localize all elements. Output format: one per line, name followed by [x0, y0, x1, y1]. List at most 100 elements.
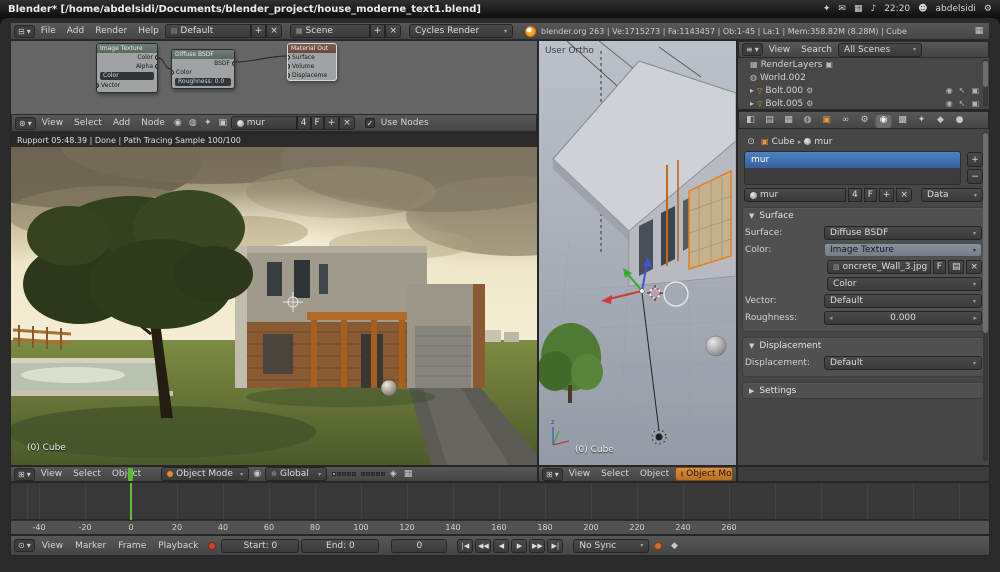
next-keyframe-button[interactable]: ▶▶: [529, 539, 545, 553]
selectable-arrow-icon[interactable]: ↖: [959, 99, 966, 108]
outliner-menu-search[interactable]: Search: [796, 45, 837, 55]
surface-type-dropdown[interactable]: Diffuse BSDF ▾: [824, 226, 982, 240]
viewport-shading-icon[interactable]: ◉: [250, 468, 264, 481]
visibility-eye-icon[interactable]: ◉: [946, 86, 953, 95]
renderable-camera-icon[interactable]: ▣: [971, 86, 979, 95]
node-title[interactable]: Material Out: [288, 44, 336, 53]
material-unlink-button[interactable]: ×: [896, 188, 912, 202]
editor-type-3dview-button[interactable]: ⊞ ▾: [14, 468, 35, 481]
menu-render[interactable]: Render: [90, 26, 132, 36]
play-button[interactable]: ▶: [511, 539, 527, 553]
material-slot-list[interactable]: mur: [744, 151, 961, 185]
slot-remove-button[interactable]: −: [967, 169, 983, 184]
tl-menu-marker[interactable]: Marker: [70, 541, 111, 551]
tab-data[interactable]: ●: [951, 113, 968, 128]
roughness-slider[interactable]: ◂ 0.000 ▸: [824, 311, 982, 325]
material-add-button[interactable]: +: [324, 116, 340, 130]
expand-icon[interactable]: ▸: [750, 99, 754, 108]
editor-type-3dview-button[interactable]: ⊞ ▾: [542, 468, 563, 481]
fake-user-button[interactable]: F: [311, 116, 324, 130]
image-unlink-button[interactable]: ×: [966, 260, 982, 274]
tl-menu-playback[interactable]: Playback: [153, 541, 203, 551]
visibility-eye-icon[interactable]: ◉: [946, 99, 953, 108]
shader-texture-icon[interactable]: ▣: [216, 117, 230, 130]
expand-icon[interactable]: ▸: [750, 86, 754, 95]
outliner-menu-view[interactable]: View: [764, 45, 795, 55]
timeline-ruler[interactable]: -40 -20 0 20 40 60 80 100 120 140 160 18…: [10, 520, 990, 535]
clock[interactable]: 22:20: [884, 4, 910, 14]
tab-render[interactable]: ◧: [742, 113, 759, 128]
jump-to-start-button[interactable]: |◀: [457, 539, 473, 553]
material-users-button[interactable]: 4: [297, 116, 311, 130]
volume-input-socket[interactable]: [288, 64, 290, 69]
pin-icon[interactable]: ⊙: [744, 135, 758, 148]
frame-start-field[interactable]: Start: 0: [221, 539, 299, 553]
link-type-selector[interactable]: Data ▾: [921, 188, 983, 202]
node-menu-select[interactable]: Select: [69, 118, 107, 128]
tab-constraints[interactable]: ∞: [837, 113, 854, 128]
material-unlink-button[interactable]: ×: [339, 116, 355, 130]
outliner-row-world[interactable]: ◍ World.002: [738, 71, 989, 84]
mode-selector[interactable]: Object Mod: [675, 467, 733, 481]
vp-menu-object[interactable]: Object: [635, 469, 674, 479]
outliner-row-renderlayers[interactable]: ▦ RenderLayers ▣: [738, 58, 989, 71]
window-duplicate-icon[interactable]: ▦: [972, 25, 986, 38]
node-menu-node[interactable]: Node: [136, 118, 170, 128]
shader-lamp-icon[interactable]: ✦: [201, 117, 215, 130]
outliner-row-bolt005[interactable]: ▸ ▽ Bolt.005 ⚙ ◉ ↖ ▣: [738, 97, 989, 110]
render-engine-selector[interactable]: Cycles Render ▾: [409, 24, 513, 38]
tab-physics[interactable]: ◆: [932, 113, 949, 128]
transform-orientation-selector[interactable]: ⊕ Global ▾: [265, 467, 327, 481]
color-source-dropdown[interactable]: Image Texture ▾: [824, 243, 982, 257]
node-menu-view[interactable]: View: [37, 118, 68, 128]
editor-type-timeline-button[interactable]: ⊙ ▾: [14, 539, 35, 552]
layout-add-button[interactable]: +: [251, 24, 267, 38]
vp-menu-view[interactable]: View: [36, 469, 67, 479]
node-material-output[interactable]: Material Out Surface Volume Displaceme: [287, 43, 337, 81]
tab-particles[interactable]: ✦: [913, 113, 930, 128]
slot-add-button[interactable]: +: [967, 152, 983, 167]
timeline-canvas[interactable]: [10, 482, 990, 520]
settings-panel-header[interactable]: ▶ Settings: [743, 383, 984, 398]
layout-close-button[interactable]: ×: [266, 24, 282, 38]
tl-menu-frame[interactable]: Frame: [113, 541, 151, 551]
material-add-button[interactable]: +: [879, 188, 895, 202]
node-image-texture[interactable]: Image Texture Color Alpha Color Vector: [96, 43, 158, 93]
shader-object-icon[interactable]: ◉: [171, 117, 185, 130]
slider-left-arrow-icon[interactable]: ◂: [829, 314, 833, 322]
surface-input-socket[interactable]: [288, 55, 290, 60]
outliner-scope-selector[interactable]: All Scenes ▾: [838, 43, 922, 57]
snap-magnet-icon[interactable]: ◈: [386, 468, 400, 481]
material-slot-selected[interactable]: mur: [745, 152, 960, 168]
bsdf-output-socket[interactable]: [232, 61, 234, 66]
breadcrumb-material[interactable]: mur: [814, 137, 832, 147]
node-title[interactable]: Image Texture: [97, 44, 157, 53]
vp-menu-view[interactable]: View: [564, 469, 595, 479]
node-title[interactable]: Diffuse BSDF: [172, 50, 234, 59]
tab-render-layers[interactable]: ▤: [761, 113, 778, 128]
material-name-field[interactable]: mur: [744, 188, 846, 202]
sync-mode-selector[interactable]: No Sync ▾: [573, 539, 649, 553]
jump-to-end-button[interactable]: ▶|: [547, 539, 563, 553]
material-users-button[interactable]: 4: [848, 188, 862, 202]
record-icon[interactable]: [651, 539, 665, 552]
autokey-record-icon[interactable]: [205, 539, 219, 552]
outliner-row-bolt000[interactable]: ▸ ▽ Bolt.000 ⚙ ◉ ↖ ▣: [738, 84, 989, 97]
editor-type-info-button[interactable]: ⊟ ▾: [14, 25, 35, 38]
color-input-socket[interactable]: [172, 70, 174, 75]
material-datablock-field[interactable]: mur: [231, 116, 297, 130]
tab-object[interactable]: ▣: [818, 113, 835, 128]
node-menu-add[interactable]: Add: [108, 118, 135, 128]
screen-layout-selector[interactable]: ▤ Default: [165, 24, 251, 38]
mail-icon[interactable]: ✉: [838, 4, 846, 14]
menu-add[interactable]: Add: [62, 26, 89, 36]
displacement-panel-header[interactable]: ▼ Displacement: [743, 338, 984, 353]
properties-scrollbar[interactable]: [983, 131, 988, 461]
alpha-output-socket[interactable]: [155, 64, 157, 69]
tab-texture[interactable]: ▩: [894, 113, 911, 128]
vp-menu-select[interactable]: Select: [68, 469, 106, 479]
tl-menu-view[interactable]: View: [37, 541, 68, 551]
prev-keyframe-button[interactable]: ◀◀: [475, 539, 491, 553]
scene-close-button[interactable]: ×: [385, 24, 401, 38]
vector-input-socket[interactable]: [97, 83, 99, 88]
